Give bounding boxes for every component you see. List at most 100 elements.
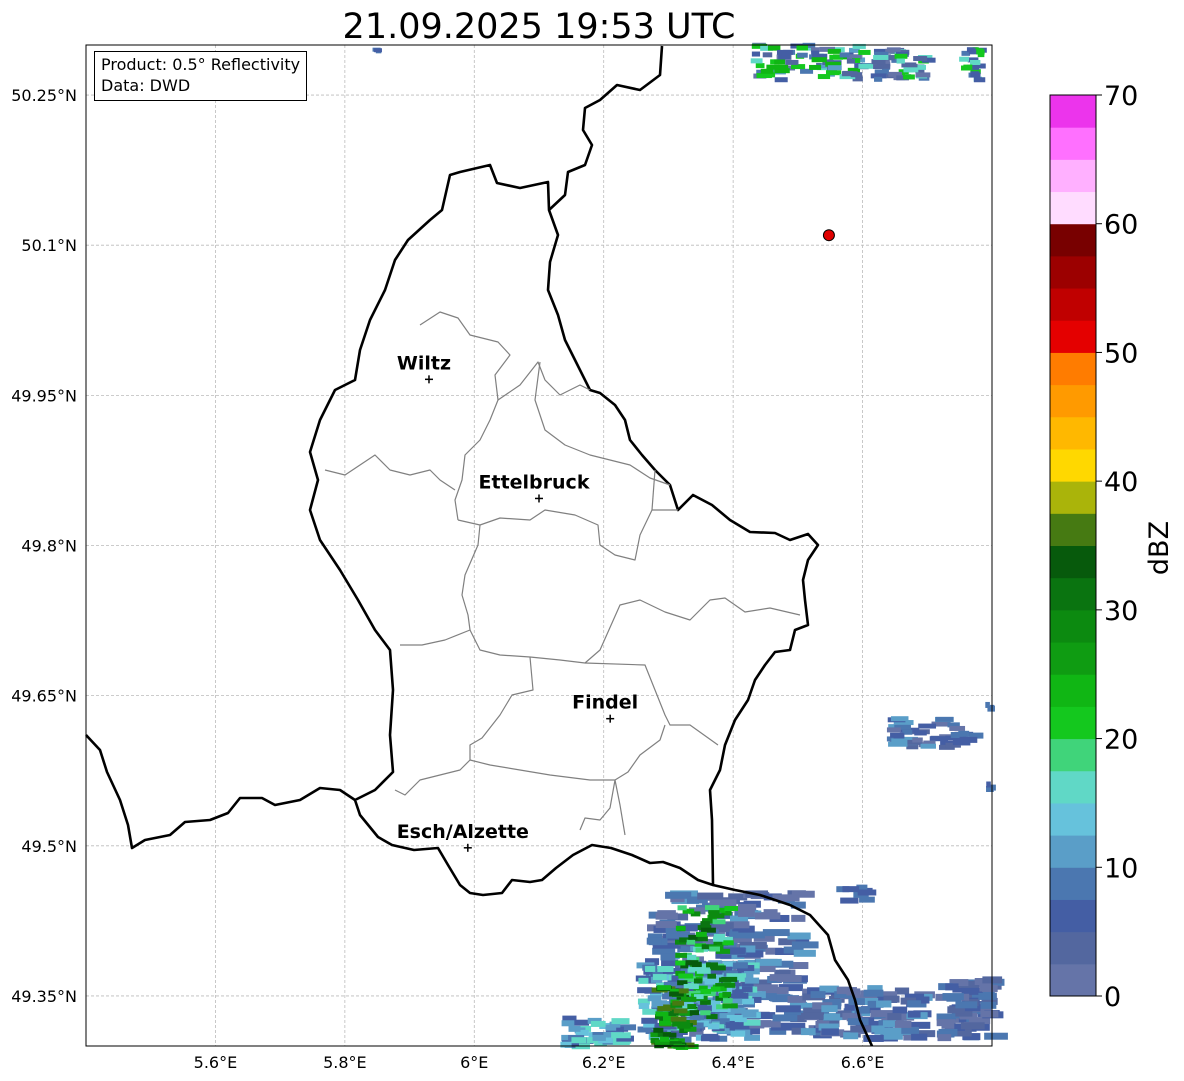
radar-pixel <box>945 983 959 991</box>
lat-tick-label: 49.35°N <box>11 987 77 1006</box>
colorbar-tick-label: 10 <box>1104 853 1138 884</box>
colorbar-segment <box>1050 609 1096 643</box>
lat-tick-label: 50.25°N <box>11 86 77 105</box>
radar-pixel <box>754 912 781 920</box>
colorbar-segment <box>1050 159 1096 193</box>
lon-tick-label: 6.2°E <box>582 1053 626 1072</box>
colorbar-segment <box>1050 899 1096 933</box>
colorbar-segment <box>1050 674 1096 707</box>
radar-pixel <box>678 988 689 994</box>
colorbar-label: dBZ <box>1144 521 1175 575</box>
radar-pixel <box>710 986 721 992</box>
data-source-label: Data: DWD <box>101 76 191 95</box>
colorbar-segment <box>1050 223 1096 257</box>
radar-pixel <box>655 912 678 920</box>
radar-pixel <box>707 973 717 979</box>
lat-tick-label: 49.5°N <box>21 837 77 856</box>
colorbar-segment <box>1050 931 1096 965</box>
radar-pixel <box>677 1023 691 1029</box>
colorbar-segment <box>1050 545 1096 579</box>
colorbar-segment <box>1050 191 1096 225</box>
radar-pixel <box>963 64 973 70</box>
radar-pixel <box>863 989 884 997</box>
colorbar-segment <box>1050 802 1096 836</box>
radar-pixel <box>767 45 781 51</box>
radar-pixel <box>915 72 931 78</box>
radar-pixel <box>655 921 677 929</box>
radar-pixel <box>675 960 686 966</box>
colorbar-segment <box>1050 481 1096 514</box>
radar-site-dot <box>822 229 835 242</box>
radar-pixel <box>774 77 788 83</box>
radar-pixel <box>887 1013 902 1021</box>
radar-pixel <box>929 736 949 742</box>
colorbar-tick-label: 20 <box>1104 725 1138 756</box>
radar-pixel <box>693 978 703 984</box>
radar-pixel <box>787 932 811 940</box>
colorbar: 0 10 20 30 40 50 60 70 dBZ <box>1049 81 1175 1013</box>
city-label: Findel <box>572 692 638 714</box>
radar-pixel <box>918 723 937 729</box>
colorbar-segment <box>1050 320 1096 353</box>
radar-pixel <box>873 64 884 70</box>
radar-pixel <box>686 939 696 945</box>
lat-tick-label: 50.1°N <box>21 236 77 255</box>
radar-pixel <box>892 1006 908 1014</box>
radar-pixel <box>673 1008 688 1014</box>
radar-pixel <box>675 952 688 958</box>
radar-pixel <box>751 51 761 57</box>
radar-pixel <box>691 962 702 968</box>
radar-pixel <box>760 68 774 74</box>
radar-pixel <box>724 982 736 988</box>
radar-pixel <box>841 71 858 77</box>
radar-pixel <box>857 889 877 896</box>
radar-pixel <box>980 1010 999 1018</box>
radar-pixel <box>797 52 808 58</box>
radar-site-marker <box>822 229 835 242</box>
radar-pixel <box>858 63 874 69</box>
radar-pixel <box>941 1021 955 1029</box>
colorbar-segment <box>1050 448 1096 482</box>
radar-pixel <box>697 892 724 900</box>
radar-pixel <box>772 1014 798 1022</box>
radar-pixel <box>913 56 928 62</box>
radar-pixel <box>707 1023 720 1030</box>
radar-pixel <box>706 962 718 968</box>
radar-pixel <box>644 965 656 972</box>
colorbar-segment <box>1050 513 1096 546</box>
colorbar-tick-label: 70 <box>1104 81 1138 112</box>
radar-pixel <box>709 946 720 952</box>
radar-pixel <box>886 727 901 733</box>
radar-pixel <box>914 730 927 736</box>
radar-pixel <box>791 941 819 949</box>
radar-pixel <box>713 936 724 942</box>
radar-pixel <box>722 991 732 997</box>
radar-pixel <box>655 1011 669 1017</box>
radar-pixel <box>827 65 842 71</box>
radar-pixel <box>874 76 883 82</box>
radar-pixel <box>778 54 790 60</box>
city-label: Ettelbruck <box>479 471 590 493</box>
radar-pixel <box>821 1028 839 1036</box>
radar-pixel <box>672 1000 685 1006</box>
colorbar-tick-label: 40 <box>1104 467 1138 498</box>
colorbar-segment <box>1050 706 1096 740</box>
radar-pixel <box>896 58 905 64</box>
colorbar-segment <box>1050 416 1096 450</box>
lat-tick-label: 49.8°N <box>21 537 77 556</box>
figure-title: 21.09.2025 19:53 UTC <box>343 7 736 47</box>
radar-pixel <box>677 905 687 911</box>
colorbar-segment <box>1050 577 1096 611</box>
radar-pixel <box>888 741 908 747</box>
radar-pixel <box>804 1012 824 1020</box>
radar-pixel <box>571 1037 587 1044</box>
colorbar-segment <box>1050 255 1096 289</box>
radar-pixel <box>750 58 763 64</box>
radar-pixel <box>960 1022 985 1030</box>
radar-pixel <box>373 48 382 53</box>
radar-pixel <box>722 998 733 1004</box>
city-label: Wiltz <box>397 352 451 374</box>
radar-pixel <box>907 1000 922 1008</box>
colorbar-segment <box>1050 288 1096 321</box>
radar-pixel <box>590 1020 606 1027</box>
